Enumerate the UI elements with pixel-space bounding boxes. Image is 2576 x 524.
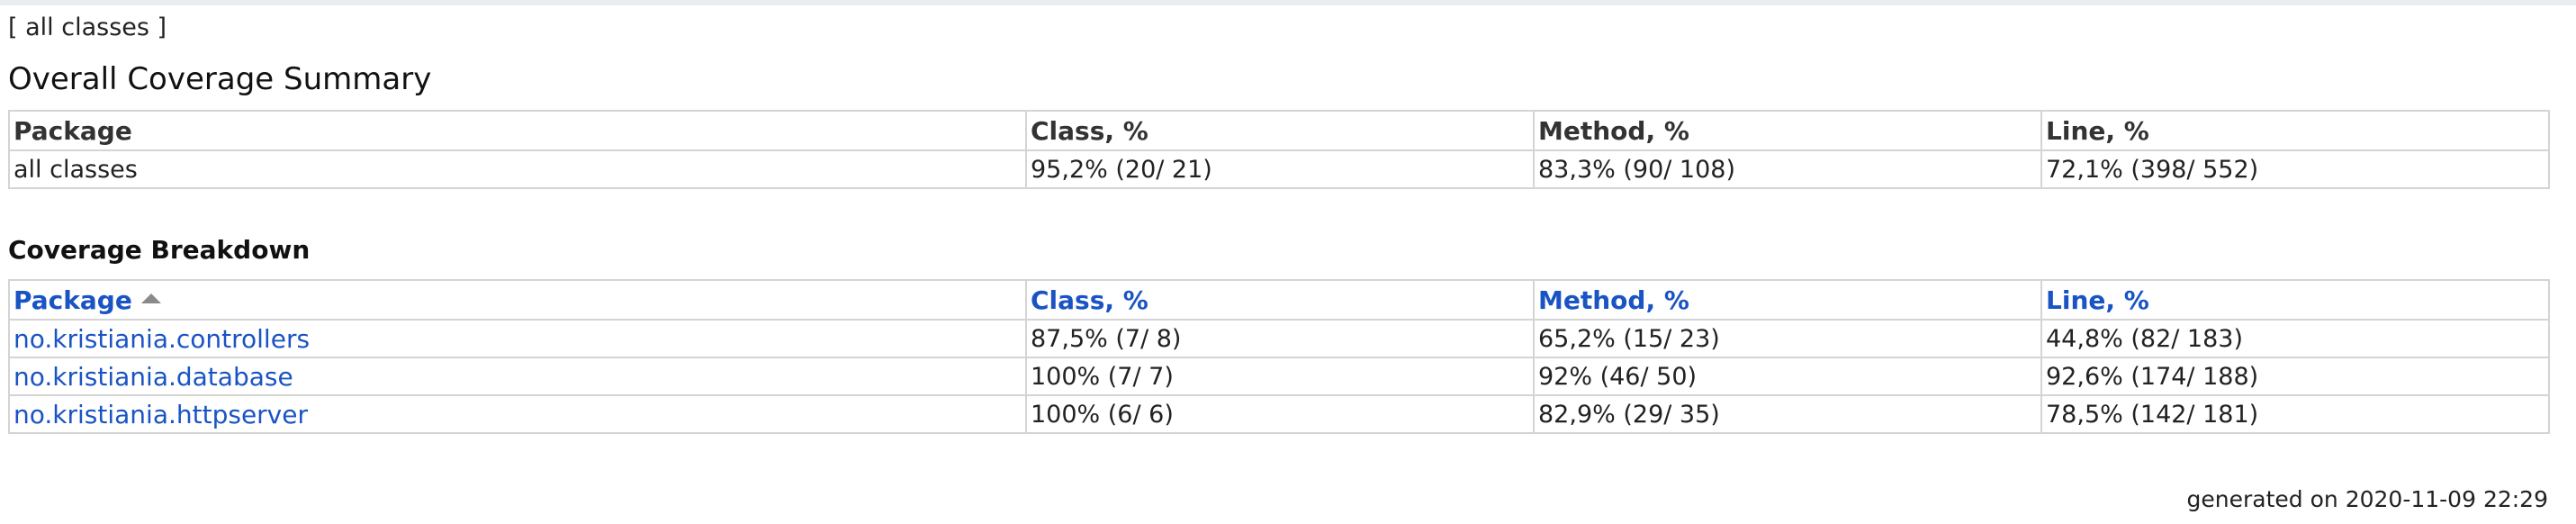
summary-method-coverage: 83,3% (90/ 108) <box>1533 149 2042 189</box>
sort-by-line-link[interactable]: Line, % <box>2046 285 2149 315</box>
breakdown-table: Package Class, % Method, % Line, % no.kr… <box>8 279 2550 434</box>
sort-by-class-link[interactable]: Class, % <box>1031 285 1148 315</box>
table-row: no.kristiania.database 100% (7/ 7) 92% (… <box>8 357 2550 396</box>
report-content: [ all classes ] Overall Coverage Summary… <box>8 9 2550 434</box>
method-coverage-cell: 82,9% (29/ 35) <box>1533 394 2042 434</box>
summary-row: all classes 95,2% (20/ 21) 83,3% (90/ 10… <box>8 149 2550 189</box>
breakdown-header-package: Package <box>8 279 1027 321</box>
package-cell: no.kristiania.database <box>8 357 1027 396</box>
line-coverage-cell: 44,8% (82/ 183) <box>2040 319 2550 358</box>
table-row: no.kristiania.controllers 87,5% (7/ 8) 6… <box>8 319 2550 358</box>
method-coverage-cell: 65,2% (15/ 23) <box>1533 319 2042 358</box>
summary-title: Overall Coverage Summary <box>8 61 432 97</box>
class-coverage-cell: 87,5% (7/ 8) <box>1025 319 1535 358</box>
summary-header-method: Method, % <box>1533 110 2042 151</box>
breakdown-header-method: Method, % <box>1533 279 2042 321</box>
class-coverage-cell: 100% (7/ 7) <box>1025 357 1535 396</box>
class-coverage-cell: 100% (6/ 6) <box>1025 394 1535 434</box>
table-row: no.kristiania.httpserver 100% (6/ 6) 82,… <box>8 394 2550 434</box>
generated-timestamp: generated on 2020-11-09 22:29 <box>2186 486 2548 512</box>
line-coverage-cell: 78,5% (142/ 181) <box>2040 394 2550 434</box>
top-rule <box>0 0 2576 5</box>
package-cell: no.kristiania.controllers <box>8 319 1027 358</box>
sort-ascending-icon <box>140 293 161 303</box>
package-cell: no.kristiania.httpserver <box>8 394 1027 434</box>
summary-package: all classes <box>8 149 1027 189</box>
line-coverage-cell: 92,6% (174/ 188) <box>2040 357 2550 396</box>
method-coverage-cell: 92% (46/ 50) <box>1533 357 2042 396</box>
sort-by-method-link[interactable]: Method, % <box>1538 285 1689 315</box>
breadcrumb-close: ] <box>149 14 167 41</box>
breadcrumb-open: [ <box>8 14 26 41</box>
package-link-httpserver[interactable]: no.kristiania.httpserver <box>14 400 308 429</box>
package-link-database[interactable]: no.kristiania.database <box>14 362 293 392</box>
breadcrumb-all-classes-link[interactable]: all classes <box>25 14 149 41</box>
sort-by-package-link[interactable]: Package <box>14 285 132 315</box>
breakdown-header-line: Line, % <box>2040 279 2550 321</box>
summary-header-line: Line, % <box>2040 110 2550 151</box>
breakdown-header-class: Class, % <box>1025 279 1535 321</box>
package-link-controllers[interactable]: no.kristiania.controllers <box>14 324 310 354</box>
summary-header-class: Class, % <box>1025 110 1535 151</box>
summary-line-coverage: 72,1% (398/ 552) <box>2040 149 2550 189</box>
summary-header-row: Package Class, % Method, % Line, % <box>8 110 2550 151</box>
breakdown-header-row: Package Class, % Method, % Line, % <box>8 279 2550 321</box>
breakdown-title: Coverage Breakdown <box>8 235 311 265</box>
summary-table: Package Class, % Method, % Line, % all c… <box>8 110 2550 189</box>
summary-class-coverage: 95,2% (20/ 21) <box>1025 149 1535 189</box>
summary-header-package: Package <box>8 110 1027 151</box>
breadcrumb: [ all classes ] <box>8 9 2548 47</box>
